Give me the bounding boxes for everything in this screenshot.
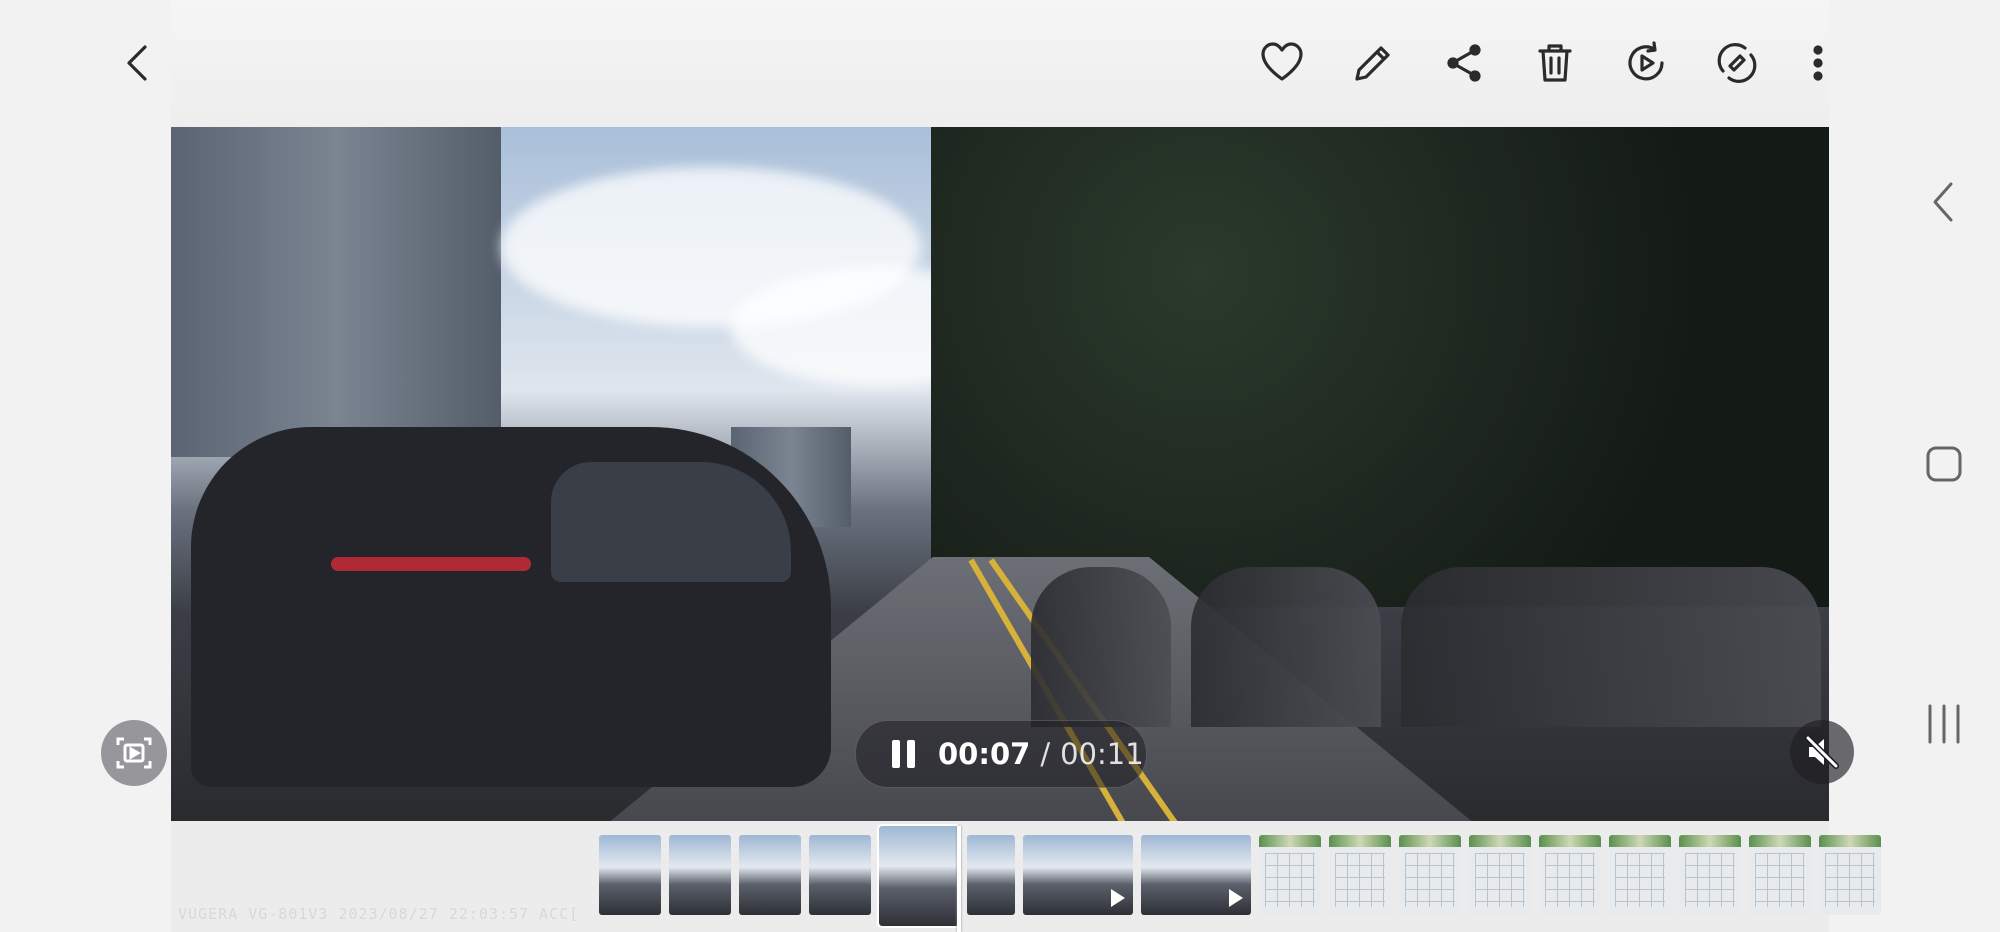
filmstrip-thumbnail[interactable] <box>1469 835 1531 915</box>
system-home-button[interactable] <box>1920 440 1968 488</box>
share-button[interactable] <box>1440 39 1488 87</box>
thumbnail-document-grid <box>1405 853 1455 907</box>
filmstrip-thumbnail[interactable] <box>739 835 801 915</box>
thumbnail-header <box>1749 835 1811 847</box>
time-separator: / <box>1040 737 1051 771</box>
thumbnail-header <box>1469 835 1531 847</box>
filmstrip-thumbnail[interactable] <box>1819 835 1881 915</box>
filmstrip-thumbnail[interactable] <box>1679 835 1741 915</box>
thumbnail-document-grid <box>1685 853 1735 907</box>
thumbnail-header <box>1819 835 1881 847</box>
thumbnail-document-grid <box>1825 853 1875 907</box>
back-button[interactable] <box>115 39 163 87</box>
scene-fence <box>1031 567 1171 727</box>
filmstrip-thumbnail[interactable] <box>1609 835 1671 915</box>
thumbnail-document-grid <box>1615 853 1665 907</box>
thumbnail-header <box>1609 835 1671 847</box>
capture-icon <box>116 737 152 769</box>
filmstrip-thumbnail[interactable] <box>599 835 661 915</box>
system-recents-button[interactable] <box>1920 700 1968 748</box>
total-time: 00:11 <box>1060 737 1144 771</box>
filmstrip-thumbnail[interactable] <box>1023 835 1133 915</box>
trash-icon <box>1538 44 1572 82</box>
thumbnail-header <box>1679 835 1741 847</box>
pause-icon <box>892 740 915 768</box>
capture-frame-button[interactable] <box>101 720 167 786</box>
more-options-button[interactable] <box>1794 39 1842 87</box>
video-frame[interactable] <box>171 127 1829 821</box>
replay-icon <box>1628 41 1664 81</box>
more-vertical-icon <box>1813 45 1823 81</box>
filmstrip-thumbnail[interactable] <box>1539 835 1601 915</box>
thumbnail-header <box>1539 835 1601 847</box>
scene-building <box>171 127 501 457</box>
replay-button[interactable] <box>1622 39 1670 87</box>
playback-controls: 00:07 / 00:11 <box>855 720 1147 788</box>
thumbnail-document-grid <box>1265 853 1315 907</box>
filmstrip-thumbnail[interactable] <box>877 824 961 928</box>
delete-button[interactable] <box>1531 39 1579 87</box>
scene-fence <box>1401 567 1821 727</box>
edit-button[interactable] <box>1349 39 1397 87</box>
scene-trees <box>931 127 1829 607</box>
home-square-icon <box>1926 446 1962 482</box>
filmstrip-thumbnail[interactable] <box>669 835 731 915</box>
current-time: 00:07 <box>938 737 1031 771</box>
thumbnail-document-grid <box>1545 853 1595 907</box>
chevron-left-icon <box>1933 182 1953 222</box>
recents-icon <box>1928 704 1960 744</box>
scene-car-window <box>551 462 791 582</box>
filmstrip-thumbnail[interactable] <box>1399 835 1461 915</box>
filmstrip-thumbnail[interactable] <box>1329 835 1391 915</box>
play-icon <box>1111 889 1125 907</box>
thumbnail-header <box>1329 835 1391 847</box>
filmstrip-thumbnail[interactable] <box>1141 835 1251 915</box>
dashcam-overlay-text: VUGERA VG-801V3 2023/08/27 22:03:57 ACC[ <box>178 905 580 923</box>
pencil-icon <box>1355 46 1390 81</box>
favorite-button[interactable] <box>1258 39 1306 87</box>
auto-rotate-button[interactable] <box>1713 39 1761 87</box>
thumbnail-header <box>1259 835 1321 847</box>
filmstrip-thumbnail[interactable] <box>1259 835 1321 915</box>
rotate-icon <box>1717 43 1757 83</box>
play-icon <box>1229 889 1243 907</box>
speaker-muted-icon <box>1805 735 1839 769</box>
filmstrip-thumbnail[interactable] <box>809 835 871 915</box>
top-toolbar <box>171 0 1829 127</box>
chevron-left-icon <box>127 45 147 81</box>
thumbnail-document-grid <box>1755 853 1805 907</box>
heart-icon <box>1261 42 1303 81</box>
thumbnail-header <box>1399 835 1461 847</box>
pause-button[interactable] <box>874 724 934 784</box>
scene-tail-light <box>331 557 531 571</box>
thumbnail-document-grid <box>1475 853 1525 907</box>
thumbnail-document-grid <box>1335 853 1385 907</box>
share-icon <box>1447 44 1481 82</box>
scene-fence <box>1191 567 1381 727</box>
filmstrip-thumbnail[interactable] <box>967 835 1015 915</box>
filmstrip-thumbnail[interactable] <box>1749 835 1811 915</box>
system-back-button[interactable] <box>1920 178 1968 226</box>
scrub-position-indicator[interactable] <box>957 826 961 932</box>
mute-button[interactable] <box>1790 720 1854 784</box>
